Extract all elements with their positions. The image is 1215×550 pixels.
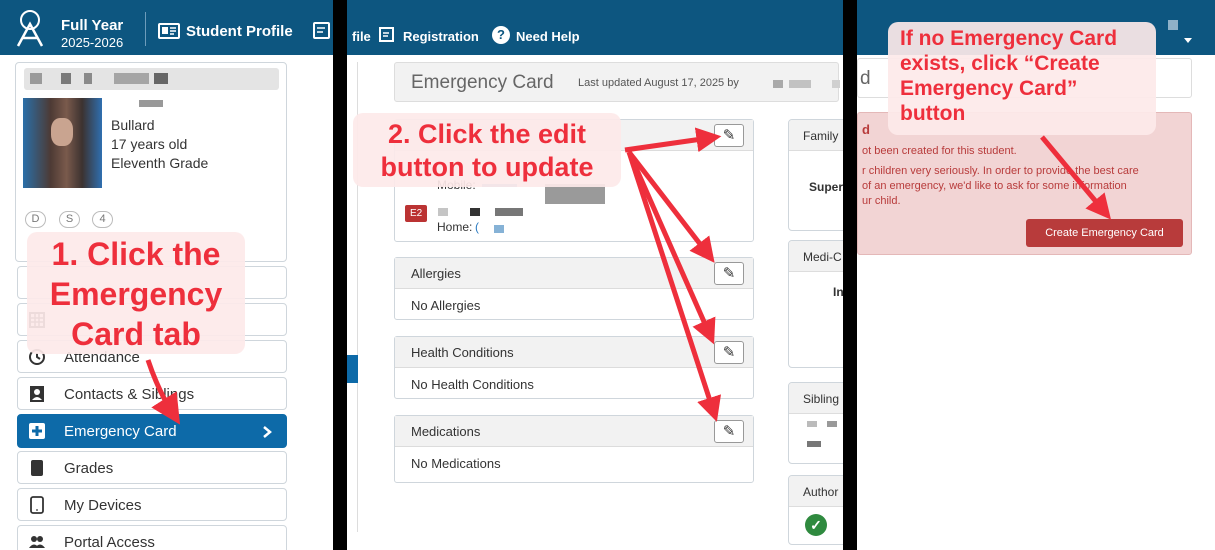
emergency-card-panel: file Registration ? Need Help Emergency … bbox=[347, 0, 843, 550]
annotation-arrows-2 bbox=[624, 127, 722, 422]
annotation-arrow-1 bbox=[145, 359, 181, 425]
create-card-panel: d d ot been created for this student. r … bbox=[857, 0, 1215, 550]
student-nav-panel: Full Year 2025-2026 Student Profile Bull… bbox=[0, 0, 333, 550]
annotation-arrow-3 bbox=[1040, 135, 1112, 220]
